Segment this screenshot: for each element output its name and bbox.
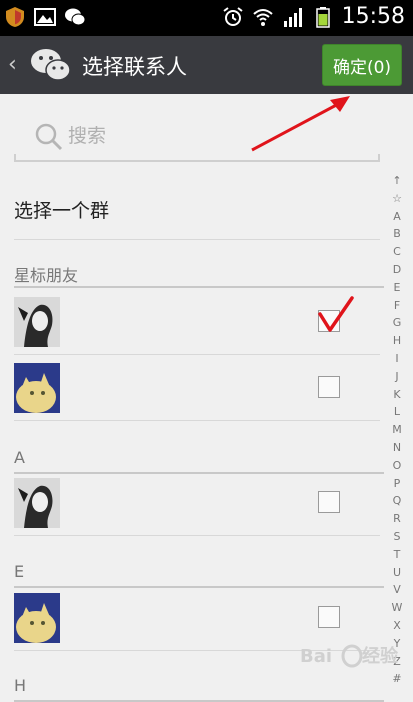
wechat-logo-icon [31, 49, 71, 81]
index-letter[interactable]: X [393, 617, 401, 635]
divider [14, 420, 380, 421]
wifi-icon [252, 8, 273, 26]
contact-row[interactable] [0, 356, 384, 420]
search-icon [35, 123, 63, 151]
index-letter[interactable]: ☆ [392, 190, 402, 208]
contact-row[interactable] [0, 471, 384, 535]
select-group-label: 选择一个群 [14, 200, 110, 222]
section-header-h: H [0, 672, 384, 702]
wechat-icon [65, 8, 86, 26]
status-bar: 15:58 [0, 0, 413, 36]
index-letter[interactable]: T [394, 546, 401, 564]
index-letter[interactable]: ↑ [392, 172, 401, 190]
avatar-cat [14, 363, 60, 413]
divider [14, 354, 380, 355]
page-title: 选择联系人 [82, 55, 187, 79]
index-letter[interactable]: I [395, 350, 398, 368]
index-letter[interactable]: M [392, 421, 402, 439]
index-letter[interactable]: F [394, 297, 400, 315]
index-letter[interactable]: N [393, 439, 401, 457]
index-letter[interactable]: U [393, 564, 401, 582]
index-letter[interactable]: A [393, 208, 401, 226]
section-label: 星标朋友 [14, 266, 79, 285]
index-letter[interactable]: Q [393, 492, 402, 510]
index-letter[interactable]: V [393, 581, 401, 599]
avatar-portrait [14, 297, 60, 347]
index-letter[interactable]: D [393, 261, 401, 279]
section-header-a: A [0, 444, 384, 474]
signal-icon [283, 7, 302, 27]
contact-checkbox[interactable] [318, 376, 340, 398]
search-input[interactable] [68, 121, 368, 151]
index-letter[interactable]: W [392, 599, 403, 617]
svg-text:经验: 经验 [362, 645, 399, 667]
clock-time: 15:58 [341, 4, 405, 29]
index-letter[interactable]: H [393, 332, 401, 350]
alphabet-index[interactable]: ↑ ☆ A B C D E F G H I J K L M N O P Q R S T U V W X Y Z # [386, 172, 408, 688]
index-letter[interactable]: K [393, 386, 400, 404]
index-letter[interactable]: E [394, 279, 401, 297]
index-letter[interactable]: C [393, 243, 401, 261]
index-letter[interactable]: S [394, 528, 401, 546]
section-label: E [14, 562, 25, 581]
index-letter[interactable]: P [394, 475, 401, 493]
index-letter[interactable]: L [394, 403, 400, 421]
contact-checkbox[interactable] [318, 491, 340, 513]
section-header-e: E [0, 558, 384, 588]
battery-icon [315, 6, 330, 28]
shield-icon [6, 7, 24, 27]
index-letter[interactable]: G [393, 314, 402, 332]
title-bar: ‹ 选择联系人 确定(0) [0, 36, 413, 94]
index-letter[interactable]: B [393, 225, 401, 243]
index-letter[interactable]: R [393, 510, 401, 528]
divider [14, 535, 380, 536]
svg-text:Bai: Bai [300, 646, 332, 667]
section-line [14, 286, 384, 288]
section-label: H [14, 676, 27, 695]
baidu-watermark-logo: Bai 经验 [300, 644, 399, 668]
back-chevron-icon[interactable]: ‹ [8, 52, 17, 77]
alarm-icon [222, 6, 243, 26]
index-letter[interactable]: J [395, 368, 398, 386]
divider [14, 239, 380, 240]
contact-checkbox[interactable] [318, 310, 340, 332]
image-icon [34, 8, 56, 26]
avatar-cat [14, 593, 60, 643]
index-letter[interactable]: O [393, 457, 402, 475]
contact-checkbox[interactable] [318, 606, 340, 628]
avatar-portrait [14, 478, 60, 528]
contact-row[interactable] [0, 290, 384, 354]
confirm-button[interactable]: 确定(0) [322, 44, 402, 86]
search-underline [14, 154, 380, 162]
select-group-row[interactable]: 选择一个群 [0, 176, 380, 238]
section-header-starred: 星标朋友 [0, 258, 384, 288]
section-label: A [14, 448, 25, 467]
search-bar[interactable] [14, 112, 380, 162]
